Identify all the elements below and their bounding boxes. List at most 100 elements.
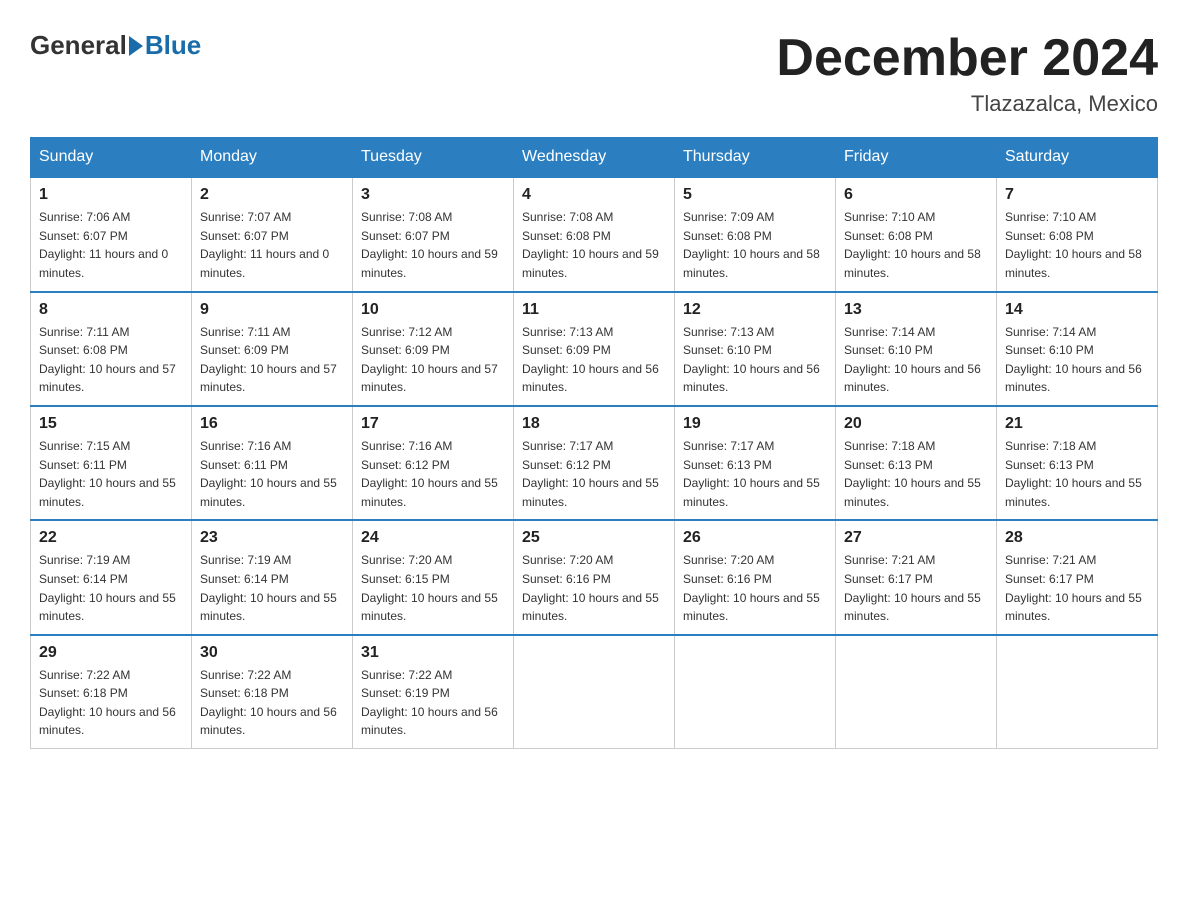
calendar-cell: 15 Sunrise: 7:15 AMSunset: 6:11 PMDayligh… bbox=[31, 406, 192, 520]
day-info: Sunrise: 7:20 AMSunset: 6:15 PMDaylight:… bbox=[361, 551, 505, 625]
day-info: Sunrise: 7:12 AMSunset: 6:09 PMDaylight:… bbox=[361, 323, 505, 397]
calendar-cell: 28 Sunrise: 7:21 AMSunset: 6:17 PMDayligh… bbox=[997, 520, 1158, 634]
calendar-cell: 12 Sunrise: 7:13 AMSunset: 6:10 PMDayligh… bbox=[675, 292, 836, 406]
day-info: Sunrise: 7:10 AMSunset: 6:08 PMDaylight:… bbox=[1005, 208, 1149, 282]
calendar-cell bbox=[675, 635, 836, 749]
day-info: Sunrise: 7:11 AMSunset: 6:09 PMDaylight:… bbox=[200, 323, 344, 397]
day-info: Sunrise: 7:16 AMSunset: 6:12 PMDaylight:… bbox=[361, 437, 505, 511]
calendar-cell: 4 Sunrise: 7:08 AMSunset: 6:08 PMDaylight… bbox=[514, 177, 675, 291]
calendar-cell: 22 Sunrise: 7:19 AMSunset: 6:14 PMDayligh… bbox=[31, 520, 192, 634]
logo-blue-text: Blue bbox=[145, 30, 201, 61]
calendar-cell: 7 Sunrise: 7:10 AMSunset: 6:08 PMDaylight… bbox=[997, 177, 1158, 291]
day-number: 24 bbox=[361, 529, 505, 547]
title-section: December 2024 Tlazazalca, Mexico bbox=[776, 30, 1158, 117]
calendar-cell: 19Sunrise: 7:17 AMSunset: 6:13 PMDayligh… bbox=[675, 406, 836, 520]
day-info: Sunrise: 7:18 AMSunset: 6:13 PMDaylight:… bbox=[1005, 437, 1149, 511]
day-number: 29 bbox=[39, 644, 183, 662]
day-info: Sunrise: 7:18 AMSunset: 6:13 PMDaylight:… bbox=[844, 437, 988, 511]
calendar-cell: 14Sunrise: 7:14 AMSunset: 6:10 PMDayligh… bbox=[997, 292, 1158, 406]
day-info: Sunrise: 7:13 AMSunset: 6:09 PMDaylight:… bbox=[522, 323, 666, 397]
calendar-header-row: SundayMondayTuesdayWednesdayThursdayFrid… bbox=[31, 138, 1158, 178]
day-number: 22 bbox=[39, 529, 183, 547]
day-number: 28 bbox=[1005, 529, 1149, 547]
logo: General Blue bbox=[30, 30, 201, 61]
calendar-cell: 9 Sunrise: 7:11 AMSunset: 6:09 PMDaylight… bbox=[192, 292, 353, 406]
page-header: General Blue December 2024 Tlazazalca, M… bbox=[30, 30, 1158, 117]
day-number: 17 bbox=[361, 415, 505, 433]
calendar-cell: 31 Sunrise: 7:22 AMSunset: 6:19 PMDayligh… bbox=[353, 635, 514, 749]
logo-general-text: General bbox=[30, 30, 127, 61]
column-header-friday: Friday bbox=[836, 138, 997, 178]
day-info: Sunrise: 7:19 AMSunset: 6:14 PMDaylight:… bbox=[200, 551, 344, 625]
day-number: 7 bbox=[1005, 186, 1149, 204]
calendar-table: SundayMondayTuesdayWednesdayThursdayFrid… bbox=[30, 137, 1158, 749]
day-number: 4 bbox=[522, 186, 666, 204]
calendar-cell: 20 Sunrise: 7:18 AMSunset: 6:13 PMDayligh… bbox=[836, 406, 997, 520]
column-header-monday: Monday bbox=[192, 138, 353, 178]
column-header-saturday: Saturday bbox=[997, 138, 1158, 178]
column-header-wednesday: Wednesday bbox=[514, 138, 675, 178]
day-info: Sunrise: 7:19 AMSunset: 6:14 PMDaylight:… bbox=[39, 551, 183, 625]
calendar-cell: 16 Sunrise: 7:16 AMSunset: 6:11 PMDayligh… bbox=[192, 406, 353, 520]
column-header-tuesday: Tuesday bbox=[353, 138, 514, 178]
day-info: Sunrise: 7:20 AMSunset: 6:16 PMDaylight:… bbox=[522, 551, 666, 625]
day-info: Sunrise: 7:17 AMSunset: 6:13 PMDaylight:… bbox=[683, 437, 827, 511]
day-number: 11 bbox=[522, 301, 666, 319]
calendar-cell: 2Sunrise: 7:07 AMSunset: 6:07 PMDaylight… bbox=[192, 177, 353, 291]
day-info: Sunrise: 7:17 AMSunset: 6:12 PMDaylight:… bbox=[522, 437, 666, 511]
day-info: Sunrise: 7:15 AMSunset: 6:11 PMDaylight:… bbox=[39, 437, 183, 511]
calendar-cell: 24 Sunrise: 7:20 AMSunset: 6:15 PMDayligh… bbox=[353, 520, 514, 634]
day-info: Sunrise: 7:14 AMSunset: 6:10 PMDaylight:… bbox=[1005, 323, 1149, 397]
day-number: 31 bbox=[361, 644, 505, 662]
day-number: 3 bbox=[361, 186, 505, 204]
calendar-cell: 17 Sunrise: 7:16 AMSunset: 6:12 PMDayligh… bbox=[353, 406, 514, 520]
day-number: 18 bbox=[522, 415, 666, 433]
location-text: Tlazazalca, Mexico bbox=[776, 91, 1158, 117]
day-number: 9 bbox=[200, 301, 344, 319]
calendar-cell: 25Sunrise: 7:20 AMSunset: 6:16 PMDayligh… bbox=[514, 520, 675, 634]
month-title: December 2024 bbox=[776, 30, 1158, 87]
calendar-cell bbox=[514, 635, 675, 749]
day-number: 5 bbox=[683, 186, 827, 204]
day-number: 20 bbox=[844, 415, 988, 433]
calendar-cell: 6Sunrise: 7:10 AMSunset: 6:08 PMDaylight… bbox=[836, 177, 997, 291]
column-header-sunday: Sunday bbox=[31, 138, 192, 178]
day-number: 30 bbox=[200, 644, 344, 662]
day-number: 15 bbox=[39, 415, 183, 433]
day-info: Sunrise: 7:10 AMSunset: 6:08 PMDaylight:… bbox=[844, 208, 988, 282]
day-info: Sunrise: 7:06 AMSunset: 6:07 PMDaylight:… bbox=[39, 208, 183, 282]
day-info: Sunrise: 7:16 AMSunset: 6:11 PMDaylight:… bbox=[200, 437, 344, 511]
day-number: 10 bbox=[361, 301, 505, 319]
day-number: 12 bbox=[683, 301, 827, 319]
calendar-cell: 23 Sunrise: 7:19 AMSunset: 6:14 PMDayligh… bbox=[192, 520, 353, 634]
calendar-cell: 11 Sunrise: 7:13 AMSunset: 6:09 PMDayligh… bbox=[514, 292, 675, 406]
calendar-cell: 1 Sunrise: 7:06 AMSunset: 6:07 PMDaylight… bbox=[31, 177, 192, 291]
day-number: 13 bbox=[844, 301, 988, 319]
calendar-cell bbox=[997, 635, 1158, 749]
day-info: Sunrise: 7:21 AMSunset: 6:17 PMDaylight:… bbox=[1005, 551, 1149, 625]
day-number: 16 bbox=[200, 415, 344, 433]
calendar-cell: 3Sunrise: 7:08 AMSunset: 6:07 PMDaylight… bbox=[353, 177, 514, 291]
calendar-week-row: 8Sunrise: 7:11 AMSunset: 6:08 PMDaylight… bbox=[31, 292, 1158, 406]
calendar-cell: 27 Sunrise: 7:21 AMSunset: 6:17 PMDayligh… bbox=[836, 520, 997, 634]
day-info: Sunrise: 7:13 AMSunset: 6:10 PMDaylight:… bbox=[683, 323, 827, 397]
calendar-cell: 30Sunrise: 7:22 AMSunset: 6:18 PMDayligh… bbox=[192, 635, 353, 749]
calendar-cell: 8Sunrise: 7:11 AMSunset: 6:08 PMDaylight… bbox=[31, 292, 192, 406]
day-info: Sunrise: 7:22 AMSunset: 6:19 PMDaylight:… bbox=[361, 666, 505, 740]
calendar-cell bbox=[836, 635, 997, 749]
day-info: Sunrise: 7:21 AMSunset: 6:17 PMDaylight:… bbox=[844, 551, 988, 625]
calendar-cell: 5 Sunrise: 7:09 AMSunset: 6:08 PMDaylight… bbox=[675, 177, 836, 291]
calendar-week-row: 29 Sunrise: 7:22 AMSunset: 6:18 PMDayligh… bbox=[31, 635, 1158, 749]
logo-arrow-icon bbox=[129, 36, 143, 56]
day-info: Sunrise: 7:08 AMSunset: 6:08 PMDaylight:… bbox=[522, 208, 666, 282]
day-info: Sunrise: 7:14 AMSunset: 6:10 PMDaylight:… bbox=[844, 323, 988, 397]
day-number: 27 bbox=[844, 529, 988, 547]
day-number: 21 bbox=[1005, 415, 1149, 433]
calendar-week-row: 1 Sunrise: 7:06 AMSunset: 6:07 PMDaylight… bbox=[31, 177, 1158, 291]
day-info: Sunrise: 7:09 AMSunset: 6:08 PMDaylight:… bbox=[683, 208, 827, 282]
day-info: Sunrise: 7:22 AMSunset: 6:18 PMDaylight:… bbox=[39, 666, 183, 740]
day-number: 8 bbox=[39, 301, 183, 319]
day-number: 23 bbox=[200, 529, 344, 547]
day-info: Sunrise: 7:20 AMSunset: 6:16 PMDaylight:… bbox=[683, 551, 827, 625]
day-number: 1 bbox=[39, 186, 183, 204]
